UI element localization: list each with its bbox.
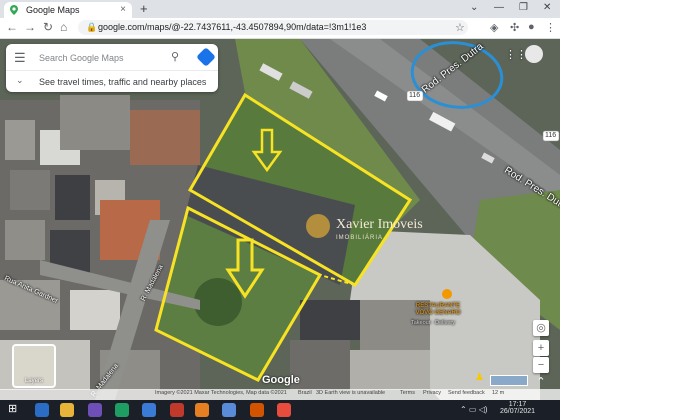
tab-close-icon[interactable]: × bbox=[120, 4, 126, 15]
google-logo: Google bbox=[262, 374, 300, 386]
taskbar-app-icon[interactable] bbox=[222, 403, 236, 417]
taskbar-app-icon[interactable] bbox=[35, 403, 49, 417]
imagery-credit: Imagery ©2021 Maxar Technologies, Map da… bbox=[155, 390, 287, 396]
chevron-down-icon[interactable]: ⌄ bbox=[16, 75, 24, 86]
menu-icon[interactable]: ☰ bbox=[14, 50, 26, 66]
expand-icon[interactable]: ⌃ bbox=[533, 374, 549, 390]
lock-icon: 🔒 bbox=[86, 22, 98, 32]
taskbar-app-icon[interactable] bbox=[250, 403, 264, 417]
travel-times-hint[interactable]: See travel times, traffic and nearby pla… bbox=[39, 77, 206, 87]
apps-grid-icon[interactable]: ⋮⋮ bbox=[505, 48, 527, 61]
url-text: google.com/maps/@-22.7437611,-43.4507894… bbox=[98, 22, 367, 32]
extension-icon[interactable]: ◈ bbox=[490, 21, 498, 34]
screenshot: Google Maps × + ⌄ — ❐ ✕ ← → ↻ ⌂ 🔒 google… bbox=[0, 0, 560, 420]
home-icon[interactable]: ⌂ bbox=[60, 20, 67, 34]
google-maps-pin-icon bbox=[10, 5, 18, 15]
clock[interactable]: 17:17 26/07/2021 bbox=[500, 401, 535, 415]
earth-view-note: 3D Earth view is unavailable bbox=[316, 390, 386, 396]
taskbar-app-icon[interactable] bbox=[142, 403, 156, 417]
firefox-icon[interactable] bbox=[195, 403, 209, 417]
restaurant-sublabel: Takeout · Delivery bbox=[411, 320, 456, 326]
profile-avatar[interactable]: ● bbox=[528, 21, 535, 33]
clock-date: 26/07/2021 bbox=[500, 408, 536, 415]
restaurant-label[interactable]: RESTAURANTE VOVÓ GENARO bbox=[408, 303, 468, 317]
tab-title: Google Maps bbox=[26, 5, 80, 15]
taskbar-app-icon[interactable] bbox=[170, 403, 184, 417]
taskbar-app-icon[interactable] bbox=[115, 403, 129, 417]
pegman-icon[interactable]: ♟ bbox=[475, 372, 484, 383]
watermark-title: Xavier Imóveis bbox=[336, 217, 423, 232]
tab-search-icon[interactable]: ⌄ bbox=[470, 2, 478, 13]
satellite-imagery bbox=[0, 39, 560, 400]
terms-link[interactable]: Terms bbox=[400, 390, 415, 396]
zoom-in-button[interactable]: + bbox=[533, 340, 549, 356]
restore-icon[interactable]: ❐ bbox=[519, 2, 528, 13]
taskbar-app-icon[interactable] bbox=[88, 403, 102, 417]
search-panel: ☰ Search Google Maps ⚲ ⌄ See travel time… bbox=[6, 44, 218, 92]
bookmark-star-icon[interactable]: ☆ bbox=[455, 21, 465, 34]
menu-kebab-icon[interactable]: ⋮ bbox=[545, 21, 556, 34]
region-link[interactable]: Brazil bbox=[298, 390, 312, 396]
satellite-map[interactable]: Rod. Pres. Dutra Rod. Pres. Dutra 116 11… bbox=[0, 39, 560, 400]
privacy-link[interactable]: Privacy bbox=[423, 390, 441, 396]
back-button[interactable]: ← bbox=[6, 20, 18, 34]
taskbar-app-icon[interactable] bbox=[277, 403, 291, 417]
address-bar[interactable]: 🔒 google.com/maps/@-22.7437611,-43.45078… bbox=[78, 20, 468, 35]
new-tab-button[interactable]: + bbox=[140, 1, 148, 16]
scale-label: 12 m bbox=[492, 390, 505, 396]
directions-icon[interactable] bbox=[196, 47, 216, 67]
layers-button[interactable]: Layers bbox=[12, 344, 56, 388]
layers-label: Layers bbox=[24, 378, 43, 384]
send-feedback-link[interactable]: Send feedback bbox=[448, 390, 485, 396]
watermark-emblem bbox=[306, 214, 330, 238]
minimize-icon[interactable]: — bbox=[494, 2, 504, 13]
imagery-thumbnails[interactable] bbox=[490, 375, 528, 386]
search-input[interactable]: Search Google Maps bbox=[39, 53, 124, 63]
tab-google-maps[interactable]: Google Maps × bbox=[4, 2, 132, 18]
windows-taskbar: ⊞ 17:17 26/07/2021 ⌃ ▭ ◁) bbox=[0, 400, 560, 420]
windows-start-icon[interactable]: ⊞ bbox=[8, 402, 22, 416]
system-tray-icons[interactable]: ⌃ ▭ ◁) bbox=[460, 405, 488, 414]
divider bbox=[6, 70, 218, 71]
zoom-out-button[interactable]: − bbox=[533, 357, 549, 373]
search-icon[interactable]: ⚲ bbox=[171, 50, 179, 63]
chrome-icon[interactable] bbox=[60, 403, 74, 417]
account-avatar[interactable] bbox=[525, 45, 543, 63]
attribution-bar: Imagery ©2021 Maxar Technologies, Map da… bbox=[0, 389, 560, 400]
clock-time: 17:17 bbox=[508, 401, 527, 408]
close-window-icon[interactable]: ✕ bbox=[543, 2, 551, 13]
browser-tab-strip: Google Maps × + ⌄ — ❐ ✕ bbox=[0, 0, 560, 18]
forward-button[interactable]: → bbox=[24, 20, 36, 34]
route-badge: 116 bbox=[409, 92, 421, 99]
watermark-subtitle: IMOBILIÁRIA bbox=[336, 235, 384, 241]
reload-button[interactable]: ↻ bbox=[43, 20, 53, 34]
puzzle-icon[interactable]: ✣ bbox=[510, 21, 519, 34]
compass-icon[interactable]: ◎ bbox=[533, 320, 549, 336]
route-badge: 116 bbox=[545, 132, 557, 139]
browser-toolbar: ← → ↻ ⌂ 🔒 google.com/maps/@-22.7437611,-… bbox=[0, 18, 560, 39]
